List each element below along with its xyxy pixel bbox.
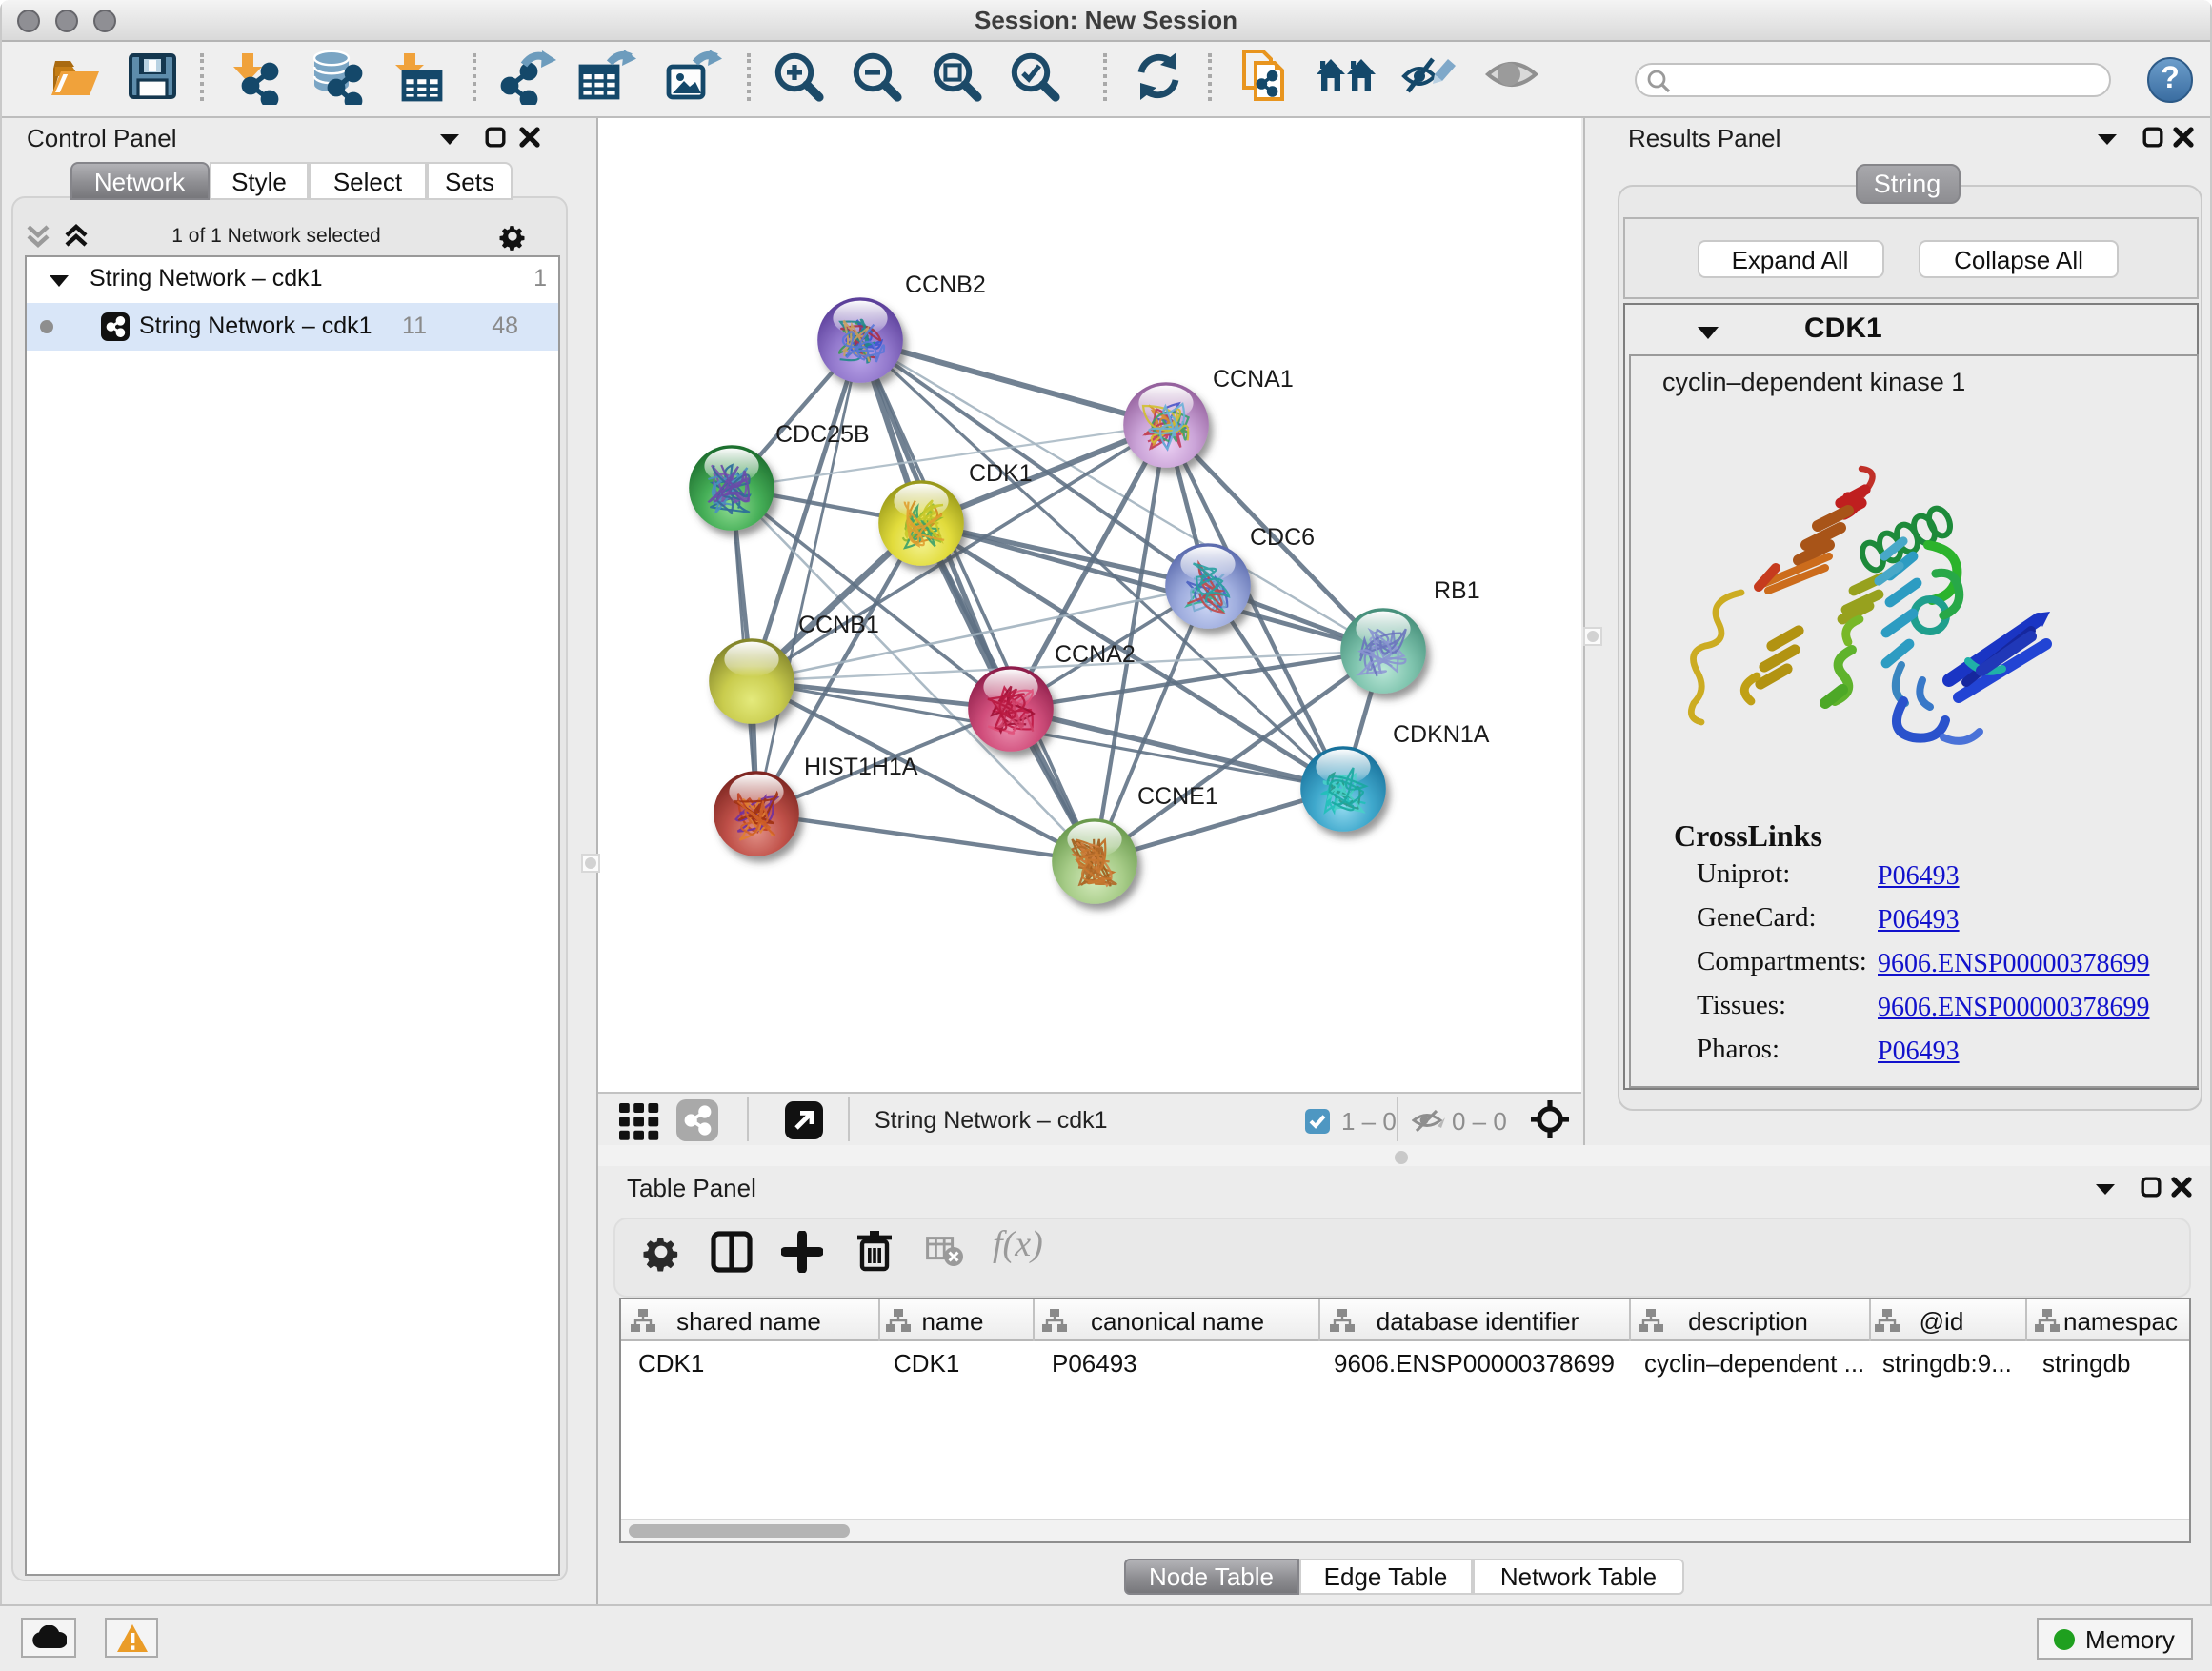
svg-text:CCNA1: CCNA1 xyxy=(1213,366,1294,393)
svg-text:HIST1H1A: HIST1H1A xyxy=(804,754,918,780)
svg-text:CDKN1A: CDKN1A xyxy=(1393,721,1490,748)
svg-text:CDC25B: CDC25B xyxy=(775,421,870,448)
svg-text:CCNE1: CCNE1 xyxy=(1137,783,1218,810)
svg-text:CDC6: CDC6 xyxy=(1250,524,1315,551)
svg-text:CCNB2: CCNB2 xyxy=(905,272,986,298)
svg-text:RB1: RB1 xyxy=(1434,577,1480,604)
svg-text:CCNA2: CCNA2 xyxy=(1055,641,1136,668)
svg-text:CDK1: CDK1 xyxy=(969,460,1033,487)
svg-text:CCNB1: CCNB1 xyxy=(798,612,879,638)
